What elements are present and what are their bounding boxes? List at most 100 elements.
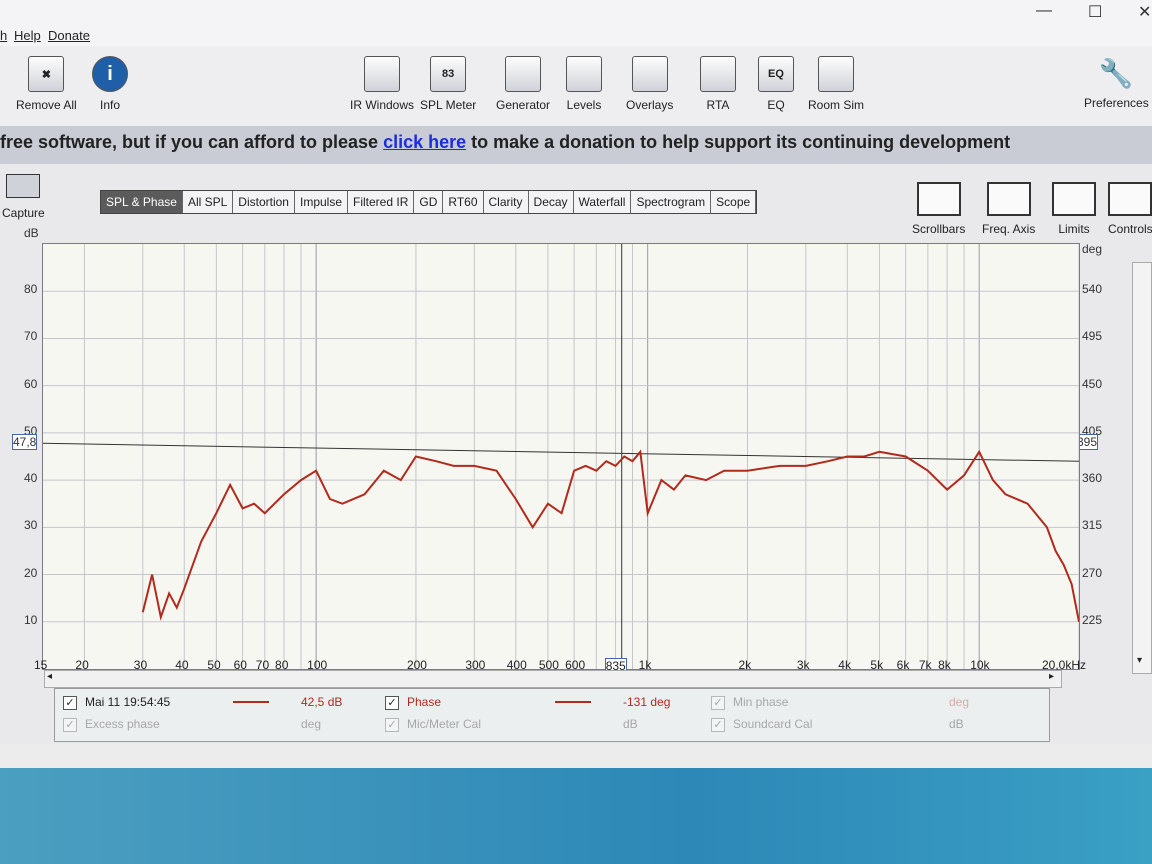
- legend-checkbox[interactable]: ✓: [711, 718, 725, 732]
- tab-clarity[interactable]: Clarity: [484, 191, 529, 213]
- freq-axis-button[interactable]: Freq. Axis: [982, 182, 1035, 236]
- right-tick-label: 315: [1082, 518, 1103, 533]
- tab-spectrogram[interactable]: Spectrogram: [631, 191, 712, 213]
- generator-button[interactable]: Generator: [496, 56, 550, 112]
- gear-icon: [1108, 182, 1152, 216]
- right-tick-label: 225: [1082, 612, 1103, 627]
- legend-checkbox[interactable]: ✓: [385, 718, 399, 732]
- tool-label: Freq. Axis: [982, 222, 1036, 236]
- toolbar-button-label: Room Sim: [808, 98, 865, 112]
- tab-filtered-ir[interactable]: Filtered IR: [348, 191, 415, 213]
- capture-button[interactable]: Capture: [2, 174, 45, 220]
- close-icon[interactable]: ✕: [1138, 2, 1151, 22]
- tab-impulse[interactable]: Impulse: [295, 191, 349, 213]
- legend-checkbox[interactable]: ✓: [711, 696, 725, 710]
- legend-value: deg: [301, 717, 322, 731]
- preferences-button[interactable]: 🔧 Preferences: [1084, 56, 1149, 111]
- controls-button[interactable]: Controls: [1108, 182, 1152, 236]
- plot-area[interactable]: [42, 243, 1080, 670]
- toolbar-button-label: Levels: [566, 98, 602, 112]
- legend-swatch: [233, 723, 269, 725]
- maximize-icon[interactable]: ☐: [1088, 2, 1102, 22]
- overlays-button[interactable]: Overlays: [626, 56, 673, 112]
- legend-entry: ✓ Phase -131 deg: [385, 695, 695, 710]
- tab-all-spl[interactable]: All SPL: [183, 191, 234, 213]
- overlays-icon: [631, 56, 668, 92]
- legend-entry: ✓ Excess phase deg: [63, 717, 373, 732]
- scroll-left-icon[interactable]: ◂: [47, 671, 52, 682]
- tool-label: Controls: [1108, 222, 1152, 236]
- tab-spl-phase[interactable]: SPL & Phase: [101, 191, 183, 213]
- legend-swatch: [233, 701, 269, 703]
- freq-axis-icon: [986, 182, 1031, 216]
- menu-item-donate[interactable]: Donate: [48, 28, 90, 43]
- legend-value: dB: [623, 717, 638, 731]
- rta-icon: [700, 56, 736, 92]
- tab-distortion[interactable]: Distortion: [233, 191, 295, 213]
- toolbar-button-label: Generator: [496, 98, 551, 112]
- spl-meter-icon: 83: [430, 56, 467, 92]
- scroll-right-icon[interactable]: ▸: [1049, 671, 1054, 682]
- right-tick-label: 450: [1082, 376, 1103, 391]
- levels-button[interactable]: Levels: [566, 56, 602, 112]
- tab-rt60[interactable]: RT60: [443, 191, 484, 213]
- legend-label: Excess phase: [85, 717, 160, 731]
- toolbar-button-label: Overlays: [626, 98, 674, 112]
- legend-label: Mic/Meter Cal: [407, 717, 482, 731]
- eq-button[interactable]: EQ EQ: [758, 56, 794, 112]
- left-axis-unit: dB: [24, 226, 39, 240]
- left-tick-label: 70: [24, 329, 38, 344]
- menu-item-help[interactable]: Help: [14, 28, 41, 43]
- wrench-icon: 🔧: [1098, 57, 1134, 89]
- legend-value: -131 deg: [623, 695, 671, 709]
- limits-icon: [1052, 182, 1096, 216]
- tool-label: Scrollbars: [912, 222, 966, 236]
- spl-phase-graph[interactable]: [42, 244, 1080, 669]
- toolbar: ✖ Remove All i Info IR Windows 83 SPL Mete…: [0, 46, 1152, 128]
- ir-windows-button[interactable]: IR Windows: [350, 56, 414, 112]
- tool-label: Limits: [1058, 222, 1090, 236]
- banner-suffix: to make a donation to help support its c…: [466, 132, 1011, 152]
- left-tick-label: 40: [24, 471, 38, 486]
- graph-tabs: SPL & Phase All SPL Distortion Impulse Filte…: [100, 190, 758, 214]
- ir-windows-icon: [364, 56, 400, 92]
- legend-checkbox[interactable]: ✓: [63, 718, 77, 732]
- legend-label: Min phase: [733, 695, 789, 709]
- tab-waterfall[interactable]: Waterfall: [574, 191, 632, 213]
- rta-button[interactable]: RTA: [700, 56, 736, 112]
- legend-checkbox[interactable]: ✓: [385, 696, 399, 710]
- legend-checkbox[interactable]: ✓: [63, 696, 77, 710]
- tab-decay[interactable]: Decay: [529, 191, 574, 213]
- room-sim-button[interactable]: Room Sim: [808, 56, 864, 112]
- menu-item-window[interactable]: h: [0, 28, 7, 43]
- preferences-label: Preferences: [1084, 96, 1149, 110]
- legend-swatch: [555, 701, 591, 703]
- scrollbars-icon: [916, 182, 961, 216]
- donation-banner: free software, but if you can afford to …: [0, 126, 1152, 164]
- legend-label: Phase: [407, 695, 442, 709]
- spl-meter-button[interactable]: 83 SPL Meter: [420, 56, 476, 112]
- remove-all-icon: ✖: [28, 56, 65, 92]
- minimize-icon[interactable]: —: [1036, 2, 1052, 20]
- remove-all-button[interactable]: ✖ Remove All: [16, 56, 77, 112]
- vertical-scrollbar[interactable]: ▾: [1132, 262, 1152, 674]
- limits-button[interactable]: Limits: [1052, 182, 1096, 236]
- trace-legend: ✓ Mai 11 19:54:45 42,5 dB ✓ Phase -131 deg ✓ Mi…: [54, 688, 1050, 742]
- legend-entry: ✓ Min phase deg: [711, 695, 1021, 710]
- scrollbars-button[interactable]: Scrollbars: [912, 182, 965, 236]
- tab-gd[interactable]: GD: [414, 191, 444, 213]
- right-tick-label: 540: [1082, 282, 1103, 297]
- horizontal-scrollbar[interactable]: ◂ ▸: [44, 670, 1062, 688]
- scroll-down-icon[interactable]: ▾: [1137, 655, 1142, 666]
- toolbar-button-label: IR Windows: [350, 98, 415, 112]
- legend-entry: ✓ Mai 11 19:54:45 42,5 dB: [63, 695, 373, 710]
- info-button[interactable]: i Info: [92, 56, 128, 112]
- tab-scope[interactable]: Scope: [711, 191, 757, 213]
- camera-icon: [6, 174, 41, 198]
- desktop-background: [0, 768, 1152, 864]
- donate-link[interactable]: click here: [383, 132, 466, 152]
- horizontal-cursor[interactable]: [42, 442, 1080, 462]
- toolbar-button-label: EQ: [767, 98, 785, 112]
- info-label: Info: [99, 98, 120, 112]
- right-tick-label: 360: [1082, 471, 1103, 486]
